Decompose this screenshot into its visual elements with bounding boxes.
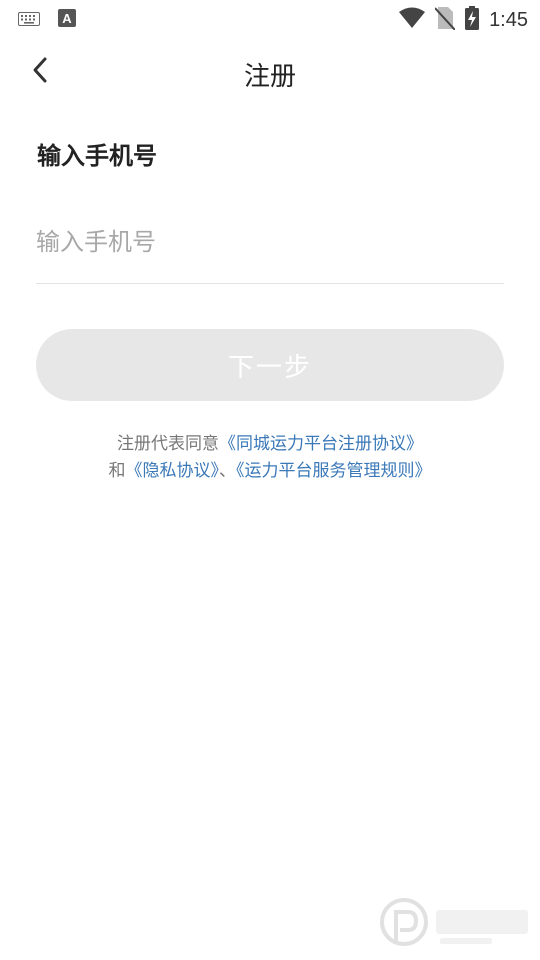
- status-bar: A 1:45: [0, 0, 540, 36]
- privacy-agreement-link[interactable]: 《隐私协议》: [126, 461, 220, 481]
- agreement-prefix: 注册代表同意: [117, 434, 219, 454]
- page-title: 注册: [243, 62, 296, 92]
- watermark-logo: [374, 894, 534, 954]
- no-sim-icon: [434, 6, 456, 34]
- text-a-icon: A: [58, 9, 76, 31]
- agreement-line-2: 和《隐私协议》、《运力平台服务管理规则》: [0, 457, 540, 485]
- agreement-and: 和: [108, 461, 126, 481]
- phone-label: 输入手机号: [37, 142, 157, 170]
- next-step-button[interactable]: 下一步: [36, 329, 504, 401]
- wifi-icon: [399, 7, 426, 33]
- status-time: 1:45: [489, 8, 528, 31]
- agreement-separator: 、: [219, 461, 236, 481]
- input-divider: [36, 283, 504, 284]
- phone-input[interactable]: [36, 214, 504, 270]
- nav-bar: 注册: [0, 44, 540, 100]
- agreement-line-1: 注册代表同意《同城运力平台注册协议》: [0, 430, 540, 458]
- svg-text:A: A: [62, 11, 72, 26]
- service-agreement-link[interactable]: 《同城运力平台注册协议》: [219, 434, 423, 454]
- service-rules-link[interactable]: 《运力平台服务管理规则》: [236, 461, 432, 481]
- battery-charging-icon: [465, 6, 480, 34]
- keyboard-icon: [18, 11, 40, 30]
